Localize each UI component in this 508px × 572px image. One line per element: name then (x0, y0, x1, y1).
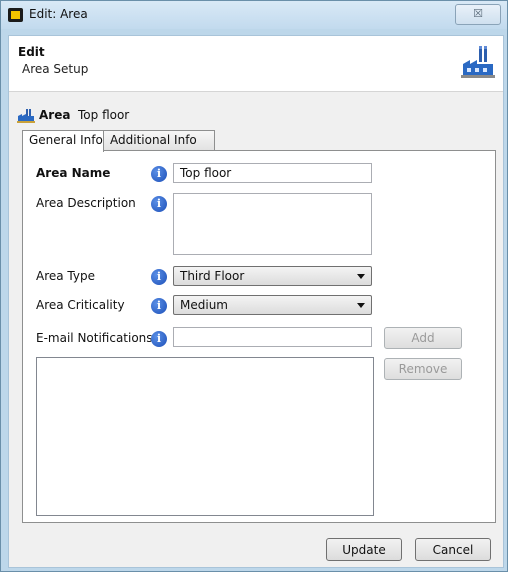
factory-icon (17, 109, 35, 123)
info-icon[interactable]: i (151, 269, 167, 285)
info-icon[interactable]: i (151, 166, 167, 182)
area-type-label: Area Type (36, 269, 95, 283)
tab-additional-info[interactable]: Additional Info (103, 130, 215, 150)
title-bar[interactable]: Edit: Area ☒ (1, 1, 507, 29)
breadcrumb-label: Area (39, 108, 71, 122)
area-criticality-label: Area Criticality (36, 298, 125, 312)
area-name-input[interactable]: Top floor (173, 163, 372, 183)
email-list[interactable] (36, 357, 374, 516)
close-icon: ☒ (473, 7, 483, 20)
tab-general-info[interactable]: General Info (22, 130, 104, 152)
window-title: Edit: Area (29, 7, 88, 21)
add-button[interactable]: Add (384, 327, 462, 349)
email-input[interactable] (173, 327, 372, 347)
header-subtitle: Area Setup (22, 62, 89, 76)
remove-button[interactable]: Remove (384, 358, 462, 380)
area-criticality-select[interactable]: Medium (173, 295, 372, 315)
breadcrumb-value: Top floor (78, 108, 130, 122)
close-button[interactable]: ☒ (455, 4, 501, 25)
dialog-header: Edit Area Setup (9, 36, 503, 92)
app-logo-icon (8, 8, 23, 22)
email-notifications-label: E-mail Notifications (36, 331, 153, 345)
header-title: Edit (18, 45, 45, 59)
general-info-panel: Area Name i Top floor Area Description i… (22, 150, 496, 523)
update-button[interactable]: Update (326, 538, 402, 561)
area-description-input[interactable] (173, 193, 372, 255)
area-description-label: Area Description (36, 196, 136, 210)
info-icon[interactable]: i (151, 196, 167, 212)
dialog-body: Edit Area Setup Area Top floor General I… (8, 35, 504, 568)
area-name-label: Area Name (36, 166, 111, 180)
area-type-value: Third Floor (180, 269, 245, 283)
info-icon[interactable]: i (151, 331, 167, 347)
dialog-window: Edit: Area ☒ Edit Area Setup Area Top fl… (0, 0, 508, 572)
info-icon[interactable]: i (151, 298, 167, 314)
area-criticality-value: Medium (180, 298, 228, 312)
area-type-select[interactable]: Third Floor (173, 266, 372, 286)
cancel-button[interactable]: Cancel (415, 538, 491, 561)
chevron-down-icon (357, 303, 365, 308)
factory-icon (461, 46, 495, 78)
chevron-down-icon (357, 274, 365, 279)
